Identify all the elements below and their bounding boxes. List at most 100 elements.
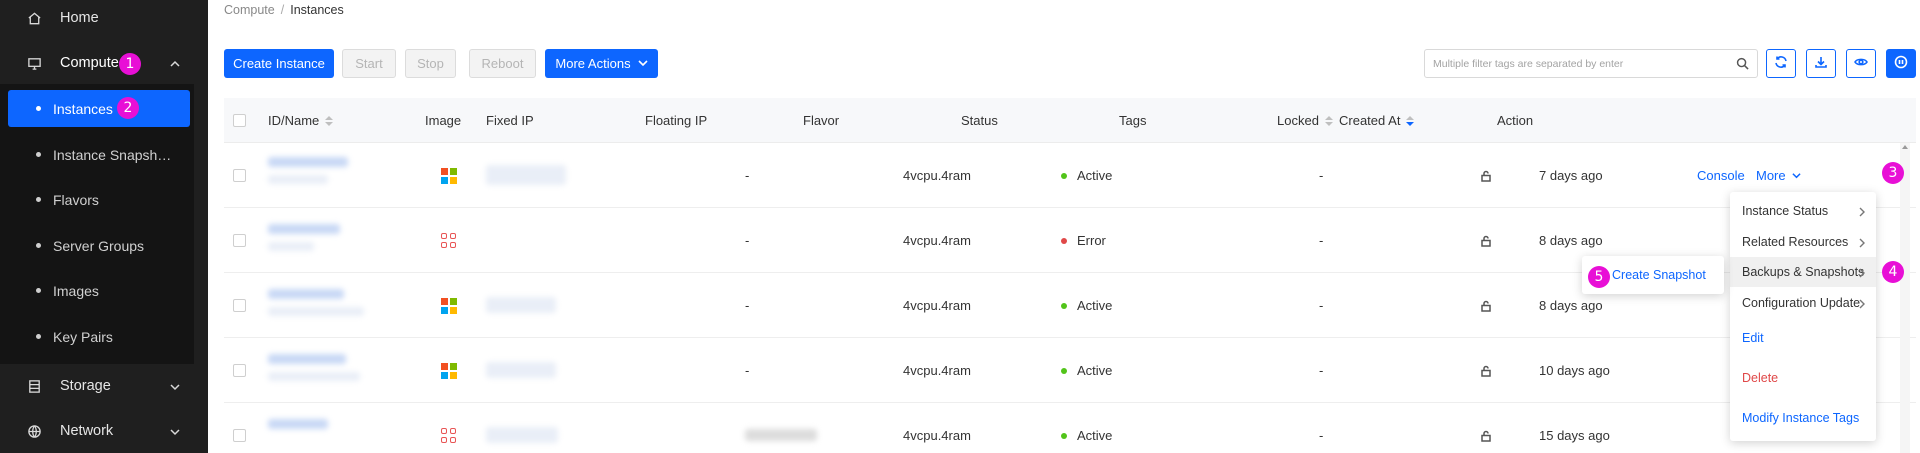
sidebar-item-label: Server Groups	[53, 237, 145, 254]
status-label: Active	[1077, 363, 1113, 378]
status-dot	[1061, 432, 1067, 439]
menu-item-backups-snapshots[interactable]: Backups & Snapshots	[1730, 257, 1876, 287]
menu-item-delete[interactable]: Delete	[1730, 363, 1876, 393]
column-id-name[interactable]: ID/Name	[268, 98, 334, 143]
bullet-icon	[36, 197, 41, 202]
row-checkbox[interactable]	[233, 169, 246, 182]
status-label: Error	[1077, 233, 1106, 248]
column-locked[interactable]: Locked	[1277, 98, 1333, 143]
status-cell: Active	[1061, 403, 1112, 453]
nav-network-label: Network	[60, 423, 114, 439]
image-cell	[441, 403, 456, 453]
download-icon	[1814, 55, 1828, 72]
breadcrumb-current: Instances	[290, 3, 344, 17]
sidebar-item-key-pairs[interactable]: Key Pairs	[8, 318, 190, 355]
menu-item-edit[interactable]: Edit	[1730, 323, 1876, 353]
menu-item-modify-tags[interactable]: Modify Instance Tags	[1730, 403, 1876, 433]
image-cell	[441, 338, 457, 403]
download-button[interactable]	[1806, 49, 1836, 78]
created-cell: 7 days ago	[1539, 168, 1603, 183]
storage-icon	[26, 378, 42, 394]
annotation-badge-1: 1	[119, 53, 141, 75]
redacted-fixed-ip	[486, 297, 556, 313]
row-checkbox[interactable]	[233, 299, 246, 312]
sidebar-item-server-groups[interactable]: Server Groups	[8, 227, 190, 264]
redacted-name	[268, 307, 364, 316]
pause-icon	[1894, 55, 1908, 72]
redacted-id	[268, 354, 346, 364]
menu-item-label: Related Resources	[1742, 235, 1849, 249]
created-cell: 15 days ago	[1539, 428, 1610, 443]
unlock-icon	[1480, 143, 1492, 208]
table-row: - 4vcpu.4ram Active - 7 days ago Console…	[224, 143, 1916, 208]
column-flavor: Flavor	[803, 98, 839, 143]
menu-item-configuration-update[interactable]: Configuration Update	[1730, 288, 1876, 318]
column-label: Floating IP	[645, 113, 708, 128]
column-tags: Tags	[1119, 98, 1146, 143]
nav-home[interactable]: Home	[0, 0, 208, 36]
column-label: Image	[425, 113, 462, 128]
sidebar-item-label: Instances	[53, 100, 113, 117]
scroll-up-icon[interactable]	[1902, 145, 1908, 149]
nav-network[interactable]: Network	[0, 413, 208, 449]
chevron-down-icon	[170, 425, 180, 436]
sort-icon	[325, 115, 334, 126]
sidebar-item-images[interactable]: Images	[8, 272, 190, 309]
pause-button[interactable]	[1886, 49, 1916, 78]
column-label: Flavor	[803, 113, 840, 128]
column-label: Tags	[1119, 113, 1147, 128]
status-label: Active	[1077, 168, 1113, 183]
breadcrumb-separator: /	[280, 3, 285, 17]
row-checkbox[interactable]	[233, 429, 246, 442]
create-instance-button[interactable]: Create Instance	[224, 49, 334, 78]
nav-storage[interactable]: Storage	[0, 368, 208, 404]
breadcrumb-parent[interactable]: Compute	[224, 3, 275, 17]
start-button[interactable]: Start	[342, 49, 396, 78]
sidebar-item-label: Key Pairs	[53, 328, 113, 345]
home-icon	[26, 10, 42, 26]
created-cell: 10 days ago	[1539, 363, 1610, 378]
menu-item-related-resources[interactable]: Related Resources	[1730, 227, 1876, 257]
status-dot	[1061, 172, 1067, 179]
redacted-id	[268, 289, 344, 299]
search-icon[interactable]	[1736, 57, 1749, 70]
sidebar-item-instances[interactable]: Instances	[8, 90, 190, 127]
windows-icon	[441, 362, 457, 379]
chevron-up-icon	[170, 57, 180, 67]
redacted-fixed-ip	[486, 427, 558, 443]
sort-icon	[1406, 115, 1415, 126]
more-actions-button[interactable]: More Actions	[545, 49, 658, 78]
column-created-at[interactable]: Created At	[1339, 98, 1415, 143]
chevron-right-icon	[1858, 298, 1866, 312]
select-all-checkbox[interactable]	[233, 114, 246, 127]
main-content: Compute / Instances Create Instance Start …	[208, 0, 1920, 453]
sidebar-item-instance-snapshots[interactable]: Instance Snapsh…	[8, 136, 190, 173]
refresh-button[interactable]	[1766, 49, 1796, 78]
linux-image-icon	[441, 428, 456, 443]
row-checkbox[interactable]	[233, 234, 246, 247]
redacted-name	[268, 175, 328, 184]
monitor-icon	[26, 55, 42, 71]
redacted-id	[268, 419, 328, 429]
column-action: Action	[1497, 98, 1533, 143]
image-cell	[441, 208, 456, 273]
chevron-down-icon	[1792, 171, 1801, 180]
row-checkbox[interactable]	[233, 364, 246, 377]
stop-button[interactable]: Stop	[405, 49, 456, 78]
table-row: - 4vcpu.4ram Active - 10 days ago	[224, 338, 1916, 403]
sidebar-item-flavors[interactable]: Flavors	[8, 181, 190, 218]
status-cell: Active	[1061, 338, 1112, 403]
column-label: Fixed IP	[486, 113, 534, 128]
reboot-button[interactable]: Reboot	[469, 49, 536, 78]
annotation-badge-3: 3	[1882, 162, 1904, 184]
scrollbar[interactable]	[1900, 143, 1910, 453]
unlock-icon	[1480, 403, 1492, 453]
more-actions-label: More Actions	[555, 56, 631, 71]
tags-cell: -	[1319, 298, 1324, 313]
filter-search	[1424, 49, 1758, 78]
bullet-icon	[36, 243, 41, 248]
nav-compute[interactable]: Compute	[0, 45, 208, 81]
search-input[interactable]	[1425, 50, 1715, 77]
visibility-button[interactable]	[1846, 49, 1876, 78]
menu-item-instance-status[interactable]: Instance Status	[1730, 196, 1876, 226]
